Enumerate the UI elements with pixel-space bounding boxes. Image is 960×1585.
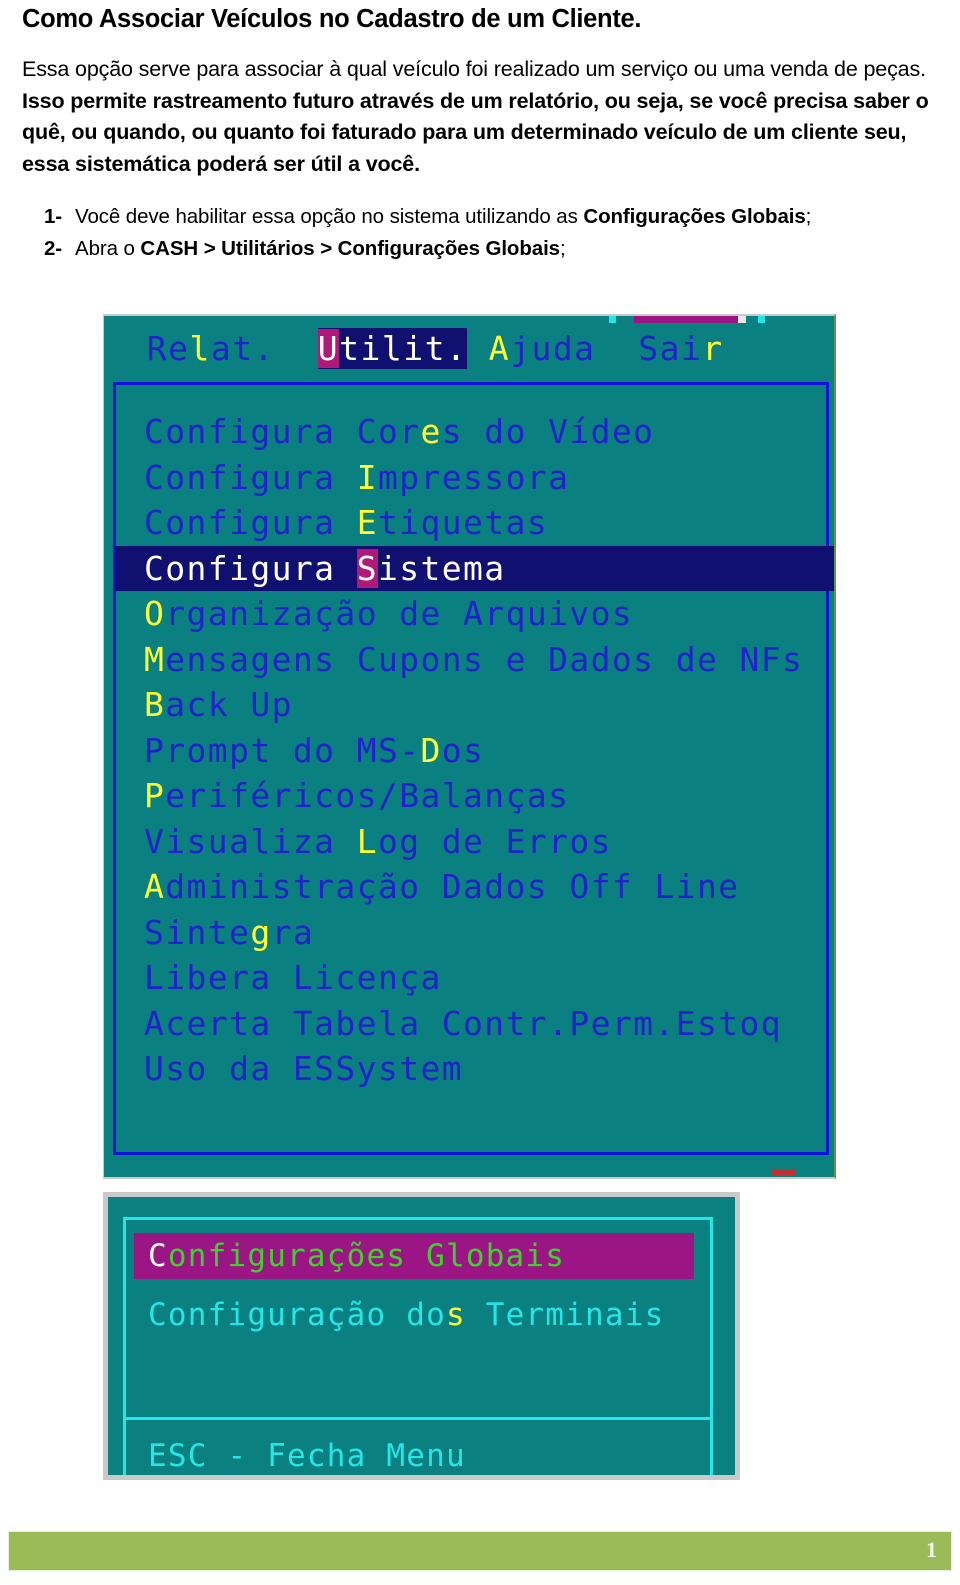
menu-item-perifericos-balancas[interactable]: Periféricos/Balanças [116, 773, 826, 819]
screenshot-utilitarios-menu: Relat. Utilit. Ajuda Sair Configura Core… [103, 314, 836, 1179]
submenu-item-configuracao-dos-terminais[interactable]: Configuração dos Terminais [126, 1292, 710, 1338]
hotkey-char: D [420, 730, 442, 770]
hotkey-char: S [356, 548, 378, 588]
hotkey-char: L [356, 821, 378, 861]
menu-item-prompt-do-ms-dos[interactable]: Prompt do MS-Dos [116, 728, 826, 774]
screenshot-configuracoes-submenu: Configurações Globais Configuração dos Te… [103, 1192, 740, 1480]
hotkey-char: r [702, 328, 724, 368]
menu-item-back-up[interactable]: Back Up [116, 682, 826, 728]
menubar-gap-2 [467, 328, 488, 369]
menubar-item-ajuda[interactable]: Ajuda [489, 328, 596, 369]
fragment-magenta [634, 316, 746, 323]
dos-dropdown-utilitarios: Configura Cores do Vídeo Configura Impres… [113, 382, 834, 1155]
step-text: Você deve habilitar essa opção no sistem… [75, 205, 812, 229]
fragment-cyan-right [758, 316, 765, 323]
steps-list: 1- Você deve habilitar essa opção no sis… [22, 202, 938, 263]
dos-menubar: Relat. Utilit. Ajuda Sair [104, 325, 834, 371]
step-text: Abra o CASH > Utilitários > Configuraçõe… [75, 236, 566, 260]
menu-item-administracao-dados-off-line[interactable]: Administração Dados Off Line [116, 864, 826, 910]
menubar-item-sair[interactable]: Sair [638, 328, 723, 369]
menu-item-configura-impressora[interactable]: Configura Impressora [116, 455, 826, 501]
menu-item-configura-cores-do-video[interactable]: Configura Cores do Vídeo [116, 409, 826, 455]
list-item: 1- Você deve habilitar essa opção no sis… [22, 202, 938, 232]
hotkey-char: A [144, 867, 166, 906]
fragment-cyan-left [609, 316, 616, 323]
menu-item-mensagens-cupons-e-dados-de-nfs[interactable]: Mensagens Cupons e Dados de NFs [116, 637, 826, 683]
hotkey-char: O [144, 594, 166, 633]
hotkey-char: C [148, 1238, 168, 1274]
document-body: Como Associar Veículos no Cadastro de um… [22, 0, 938, 265]
step-number: 2- [44, 236, 63, 260]
menubar-gap-1 [275, 328, 318, 369]
red-marker [772, 1170, 796, 1175]
menu-item-organizacao-de-arquivos[interactable]: Organização de Arquivos [116, 591, 826, 637]
fragment-white [738, 316, 746, 323]
menubar-item-utilit[interactable]: Utilit. [317, 327, 468, 369]
hotkey-char: g [250, 912, 272, 952]
hotkey-char: s [445, 1297, 466, 1333]
cut-off-row-fragments [104, 316, 834, 323]
hotkey-char: e [420, 412, 442, 451]
menu-item-sintegra[interactable]: Sintegra [116, 910, 826, 956]
submenu-item-configuracoes-globais[interactable]: Configurações Globais [134, 1233, 694, 1279]
menu-item-uso-da-essystem[interactable]: Uso da ESSystem [116, 1046, 826, 1092]
hotkey-char: l [189, 328, 211, 368]
hotkey-char: I [356, 457, 378, 497]
hotkey-char: B [144, 685, 166, 724]
esc-hint-label: ESC - Fecha Menu [148, 1438, 466, 1474]
step-number: 1- [44, 205, 63, 229]
hotkey-char: U [317, 328, 340, 368]
menu-item-acerta-tabela-contr-perm-estoq[interactable]: Acerta Tabela Contr.Perm.Estoq [116, 1001, 826, 1047]
menu-item-configura-etiquetas[interactable]: Configura Etiquetas [116, 500, 826, 546]
menubar-item-relat[interactable]: Relat. [147, 328, 275, 369]
menubar-gap-3 [596, 328, 639, 369]
hotkey-char: P [144, 776, 166, 815]
page-title: Como Associar Veículos no Cadastro de um… [22, 5, 642, 33]
dos-submenu-footer-box: ESC - Fecha Menu [123, 1419, 713, 1475]
hotkey-char: E [356, 503, 378, 542]
intro-paragraph: Essa opção serve para associar à qual ve… [22, 57, 929, 176]
hotkey-char: A [488, 328, 511, 368]
menu-item-libera-licenca[interactable]: Libera Licença [116, 955, 826, 1001]
page-number: 1 [926, 1537, 937, 1562]
hotkey-char: M [144, 639, 166, 679]
footer-bar: 1 [8, 1531, 952, 1571]
menu-item-configura-sistema[interactable]: Configura Sistema [115, 545, 834, 591]
dos-submenu-configuracoes: Configurações Globais Configuração dos Te… [123, 1217, 713, 1420]
menu-item-visualiza-log-de-erros[interactable]: Visualiza Log de Erros [116, 819, 826, 865]
list-item: 2- Abra o CASH > Utilitários > Configura… [22, 234, 938, 264]
menubar-left-pad [104, 328, 147, 369]
